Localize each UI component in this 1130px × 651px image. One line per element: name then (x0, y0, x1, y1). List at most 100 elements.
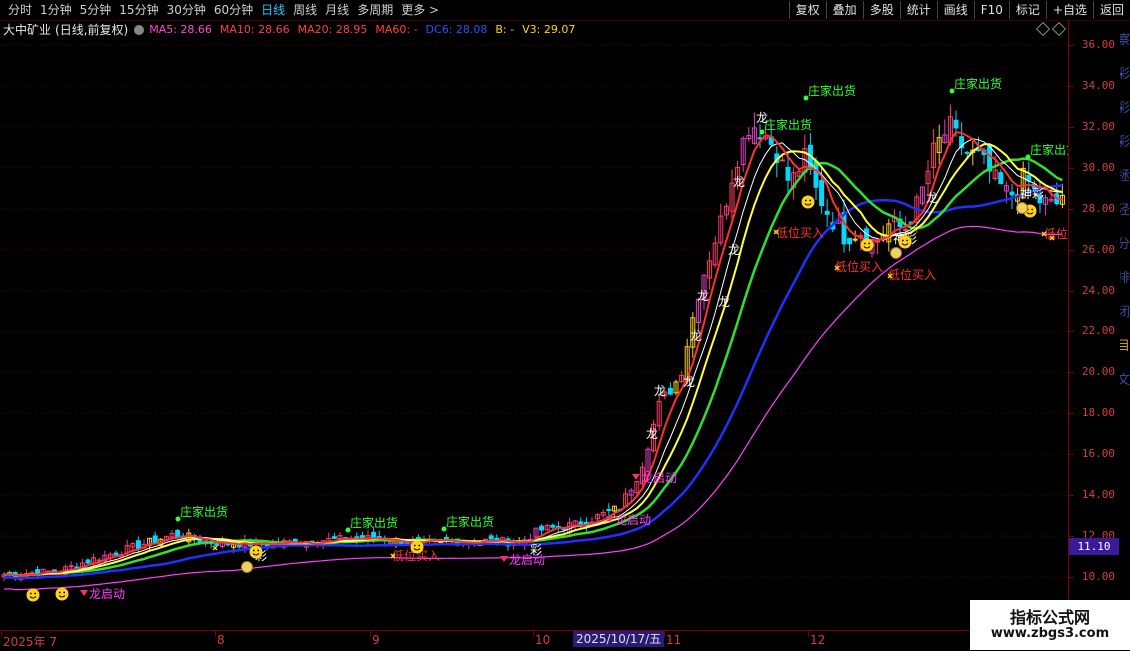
tab-5min[interactable]: 5分钟 (76, 0, 116, 20)
diamond-icon (500, 556, 508, 562)
candle-body (331, 536, 337, 539)
tab-daily[interactable]: 日线 (257, 0, 289, 20)
settings-icon[interactable] (134, 24, 145, 35)
smiley-eye (34, 592, 37, 595)
price-tick-mark (1069, 577, 1074, 578)
indicator-value: MA60: - (375, 23, 418, 36)
side-panel-char: 目 (1120, 339, 1130, 354)
price-tick: 30.00 (1081, 160, 1115, 174)
statistics-button[interactable]: 统计 (899, 1, 937, 19)
date-label: 2025年 7 (3, 635, 57, 649)
money-bag-icon (241, 561, 253, 573)
tab-weekly[interactable]: 周线 (289, 0, 321, 20)
candle-body (135, 540, 141, 550)
date-label: 9 (372, 633, 380, 647)
smiley-eye (1031, 208, 1034, 211)
tab-intraday[interactable]: 分时 (4, 0, 36, 20)
smiley-eye (252, 549, 255, 552)
price-tick-mark (1069, 126, 1074, 128)
tab-60min[interactable]: 60分钟 (210, 0, 257, 20)
price-tick-mark (1069, 85, 1074, 87)
shencai-label: 神彩 (1020, 187, 1044, 201)
add-watchlist-button[interactable]: +自选 (1045, 1, 1093, 19)
smiley-icon (410, 540, 424, 554)
price-tick: 24.00 (1081, 283, 1115, 297)
tab-1min[interactable]: 1分钟 (36, 0, 76, 20)
candle (723, 203, 729, 220)
date-tick (370, 631, 371, 637)
restore-rights-button[interactable]: 复权 (788, 1, 826, 19)
money-bag-icon (1016, 202, 1028, 214)
back-button[interactable]: 返回 (1092, 1, 1130, 19)
candle (600, 509, 606, 518)
tab-monthly[interactable]: 月线 (321, 0, 353, 20)
smiley-icon (55, 587, 69, 601)
candle (1059, 183, 1065, 209)
smiley-eye (863, 242, 866, 245)
side-panel-char: 分 (1120, 237, 1130, 252)
candle (634, 480, 640, 495)
tab-30min[interactable]: 30分钟 (163, 0, 210, 20)
buy-label: 低位买入 (1044, 226, 1068, 241)
candle-body (819, 180, 825, 207)
multi-stock-button[interactable]: 多股 (862, 1, 900, 19)
diamond-icon (632, 474, 640, 480)
candle-body (113, 552, 119, 556)
price-tick-mark (1069, 536, 1074, 538)
overlay-button[interactable]: 叠加 (825, 1, 863, 19)
price-tick: 26.00 (1081, 242, 1115, 256)
candle (931, 129, 937, 179)
ma20-line (3, 143, 1063, 577)
price-tick: 20.00 (1081, 365, 1115, 379)
mark-button[interactable]: 标记 (1008, 1, 1046, 19)
candle-body (550, 524, 556, 528)
money-bag-icon (890, 247, 902, 259)
side-panel-char: 泾 (1120, 203, 1130, 218)
date-tick (808, 631, 809, 637)
candle (539, 524, 545, 536)
tab-15min[interactable]: 15分钟 (115, 0, 162, 20)
sell-label: 庄家出货 (954, 76, 1002, 91)
launch-label: 龙启动 (89, 587, 125, 601)
launch-label: 龙启动 (641, 471, 677, 485)
adjust-mode[interactable]: (日线,前复权) (55, 21, 128, 38)
f10-button[interactable]: F10 (973, 1, 1009, 19)
draw-line-button[interactable]: 画线 (936, 1, 974, 19)
candlesticks (1, 104, 1065, 582)
candle (107, 552, 113, 561)
tab-more[interactable]: 更多 > (397, 0, 443, 20)
candle (824, 199, 830, 227)
candle (667, 382, 673, 396)
candle-body (539, 525, 545, 531)
candle-body (488, 535, 494, 540)
watermark: 指标公式网 www.zbgs3.com (970, 600, 1130, 650)
tab-multi-period[interactable]: 多周期 (353, 0, 397, 20)
kline-chart[interactable]: 庄家出货庄家出货庄家出货庄家出货庄家出货庄家出货庄家出货低位买入低位买入低位买入… (0, 38, 1068, 630)
indicator-value: DC6: 28.08 (425, 23, 488, 36)
buy-label: 低位买入 (888, 267, 936, 282)
candle-body (152, 535, 158, 544)
candle (936, 124, 942, 165)
candle-body (847, 237, 853, 245)
smiley-eye (868, 242, 871, 245)
date-tick (533, 631, 534, 637)
smiley-eye (58, 591, 61, 594)
candle (1043, 194, 1049, 216)
candle (718, 203, 724, 246)
price-tick-mark (1069, 331, 1074, 333)
smiley-eye (63, 591, 66, 594)
candle-body (483, 538, 489, 541)
candle-body (214, 543, 220, 546)
price-tick-mark (1069, 495, 1074, 497)
smiley-icon (898, 235, 912, 249)
candle-body (953, 119, 959, 129)
candle (645, 446, 651, 472)
period-tabs: 分时 1分钟 5分钟 15分钟 30分钟 60分钟 日线 周线 月线 多周期 更… (0, 0, 443, 20)
smiley-eye (901, 239, 904, 242)
side-panel-char: 闭 (1120, 305, 1130, 320)
cross-marker (212, 545, 218, 551)
candle-body (824, 210, 830, 215)
side-panel-char: 文 (1120, 373, 1130, 388)
side-panel-char: 察 (1120, 33, 1130, 48)
candle-body (68, 565, 74, 568)
